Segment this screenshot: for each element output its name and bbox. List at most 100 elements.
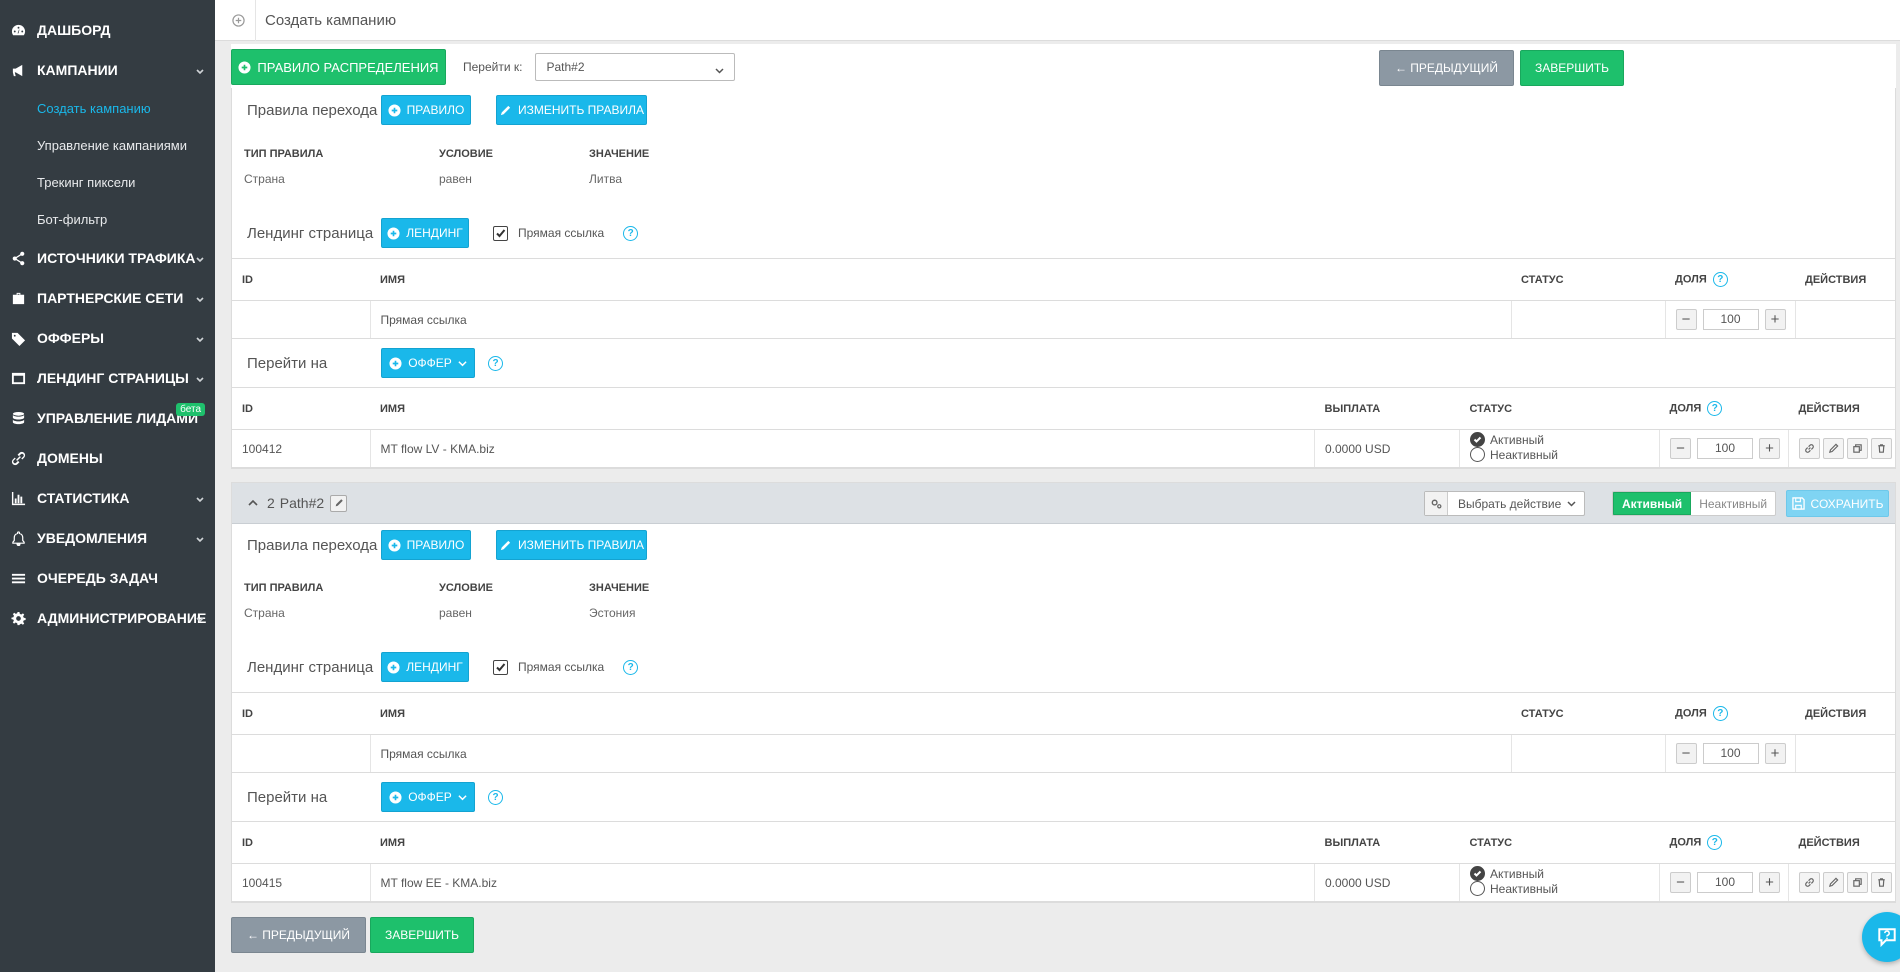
finish-button-top[interactable]: Завершить: [1520, 50, 1624, 86]
chevron-down-icon: [195, 292, 205, 303]
distribution-rule-button[interactable]: Правило распределения: [231, 49, 446, 85]
landing-share: − 100 +: [1665, 734, 1796, 773]
toggle-inactive[interactable]: Неактивный: [1691, 492, 1776, 515]
plus-circle-icon: [238, 60, 251, 74]
finish-label: Завершить: [384, 928, 460, 942]
save-button[interactable]: Сохранить: [1786, 490, 1889, 517]
status-inactive-radio[interactable]: Неактивный: [1470, 447, 1558, 462]
col-status: Статус: [1511, 692, 1665, 735]
status-active-radio[interactable]: Активный: [1470, 432, 1544, 447]
nav-dashboard[interactable]: Дашборд: [0, 10, 215, 50]
nav-offers[interactable]: Офферы: [0, 318, 215, 358]
copy-button[interactable]: [1847, 438, 1868, 459]
nav-manage-campaigns[interactable]: Управление кампаниями: [0, 127, 215, 164]
path-block-2: 2 Path#2 Выбрать действие Активный Неакт…: [231, 482, 1896, 903]
copy-icon: [1853, 878, 1862, 887]
nav-traffic-sources[interactable]: Источники трафика: [0, 238, 215, 278]
checkbox-checked-icon: [493, 225, 508, 241]
plus-button[interactable]: +: [1764, 743, 1786, 764]
landing-id: [232, 300, 371, 339]
col-id: ID: [232, 387, 370, 430]
chevron-up-icon[interactable]: [247, 497, 259, 509]
nav-landing-pages[interactable]: Лендинг страницы: [0, 358, 215, 398]
nav-campaigns[interactable]: Кампании: [0, 50, 215, 90]
help-icon[interactable]: ?: [623, 659, 639, 675]
nav-administration[interactable]: Администрирование: [0, 598, 215, 638]
chevron-down-icon: [195, 532, 205, 543]
help-icon[interactable]: ?: [488, 789, 503, 805]
share-input[interactable]: 100: [1702, 309, 1759, 330]
share-input[interactable]: 100: [1697, 872, 1753, 893]
status-inactive-radio[interactable]: Неактивный: [1470, 881, 1558, 896]
rule-value: Эстония: [589, 606, 636, 620]
tags-icon: [10, 330, 27, 347]
toolbar: Правило распределения Перейти к: Path#2 …: [231, 44, 1896, 92]
nav-domains[interactable]: Домены: [0, 438, 215, 478]
radio-empty-icon: [1470, 881, 1485, 896]
page-title: Создать кампанию: [265, 11, 397, 29]
add-landing-button[interactable]: Лендинг: [381, 218, 469, 248]
chevron-down-icon: [195, 372, 205, 383]
checkbox-checked-icon: [493, 659, 508, 675]
plus-button[interactable]: +: [1759, 438, 1780, 459]
nav-domains-label: Домены: [37, 450, 103, 466]
chevron-down-icon: [195, 332, 205, 343]
nav-bot-filter[interactable]: Бот-фильтр: [0, 201, 215, 238]
edit-button[interactable]: [1823, 438, 1844, 459]
add-rule-button[interactable]: Правило: [381, 95, 471, 125]
nav-notifications[interactable]: Уведомления: [0, 518, 215, 558]
rule-type-value: Страна: [244, 172, 285, 186]
help-icon[interactable]: ?: [1712, 706, 1728, 721]
minus-button[interactable]: −: [1670, 438, 1691, 459]
copy-button[interactable]: [1847, 872, 1868, 893]
landing-label: Лендинг страница: [247, 224, 374, 242]
direct-link-checkbox[interactable]: Прямая ссылка: [493, 659, 604, 675]
add-landing-button[interactable]: Лендинг: [381, 652, 469, 682]
delete-button[interactable]: [1871, 438, 1892, 459]
chevron-down-icon: [195, 64, 205, 75]
help-icon[interactable]: ?: [488, 355, 503, 371]
distribution-rule-label: Правило распределения: [257, 59, 439, 75]
condition-value: равен: [439, 172, 472, 186]
minus-button[interactable]: −: [1675, 743, 1697, 764]
add-rule-button[interactable]: Правило: [381, 530, 471, 560]
add-offer-button[interactable]: Оффер: [381, 348, 475, 378]
edit-button[interactable]: [1823, 872, 1844, 893]
edit-rules-button[interactable]: Изменить правила: [496, 530, 647, 560]
toggle-active[interactable]: Активный: [1613, 492, 1692, 515]
prev-button-bottom[interactable]: ← Предыдущий: [231, 917, 366, 953]
briefcase-icon: [10, 290, 27, 307]
edit-rules-button[interactable]: Изменить правила: [496, 95, 647, 125]
nav-task-queue[interactable]: Очередь задач: [0, 558, 215, 598]
nav-tracking-pixels[interactable]: Трекинг пиксели: [0, 164, 215, 201]
help-icon[interactable]: ?: [1712, 272, 1728, 287]
col-share-label: Доля: [1669, 402, 1702, 415]
transition-rules-row: Правила перехода Правило Изменить правил…: [232, 524, 1895, 566]
share-input[interactable]: 100: [1697, 438, 1753, 459]
minus-button[interactable]: −: [1675, 309, 1697, 330]
goto-select[interactable]: Path#2: [535, 53, 736, 81]
nav-affiliate-networks[interactable]: Партнерские сети: [0, 278, 215, 318]
minus-button[interactable]: −: [1670, 872, 1691, 893]
finish-button-bottom[interactable]: Завершить: [370, 917, 474, 953]
nav-create-campaign[interactable]: Создать кампанию: [0, 90, 215, 127]
link-icon: [1805, 878, 1814, 887]
share-input[interactable]: 100: [1702, 743, 1759, 764]
status-active-radio[interactable]: Активный: [1470, 866, 1544, 881]
edit-title-button[interactable]: [330, 494, 348, 512]
delete-button[interactable]: [1871, 872, 1892, 893]
nav-lead-management[interactable]: Управление лидами бета: [0, 398, 215, 438]
link-button[interactable]: [1799, 872, 1820, 893]
plus-button[interactable]: +: [1759, 872, 1780, 893]
direct-link-checkbox[interactable]: Прямая ссылка: [493, 225, 604, 241]
select-action-dropdown[interactable]: Выбрать действие: [1424, 491, 1586, 516]
help-icon[interactable]: ?: [623, 225, 639, 241]
nav-statistics[interactable]: Статистика: [0, 478, 215, 518]
add-offer-button[interactable]: Оффер: [381, 782, 475, 812]
col-actions: Действия: [1795, 258, 1895, 301]
help-icon[interactable]: ?: [1707, 835, 1723, 850]
help-icon[interactable]: ?: [1707, 401, 1723, 416]
link-button[interactable]: [1799, 438, 1820, 459]
plus-button[interactable]: +: [1764, 309, 1786, 330]
prev-button-top[interactable]: ← Предыдущий: [1379, 50, 1514, 86]
